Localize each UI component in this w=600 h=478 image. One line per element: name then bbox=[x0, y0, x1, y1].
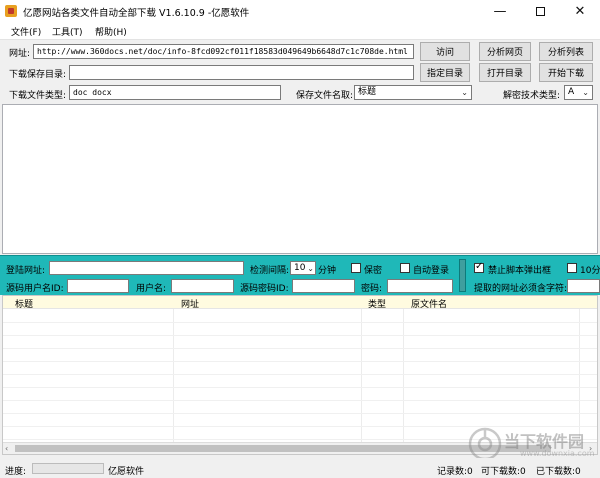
ten-min-checkbox[interactable] bbox=[567, 263, 577, 273]
save-dir-input[interactable] bbox=[69, 65, 414, 80]
log-area[interactable] bbox=[2, 104, 598, 254]
src-user-label: 源码用户名ID: bbox=[6, 284, 64, 294]
col-filename[interactable]: 原文件名 bbox=[411, 297, 447, 310]
downloadable-count: 可下载数:0 bbox=[481, 467, 526, 477]
close-icon: ✕ bbox=[574, 4, 586, 19]
analyze-page-button[interactable]: 分析网页 bbox=[479, 42, 531, 61]
table-header: 标题 网址 类型 原文件名 bbox=[3, 296, 597, 310]
login-url-label: 登陆网址: bbox=[6, 266, 46, 276]
minimize-icon: — bbox=[493, 4, 507, 19]
chevron-down-icon: ⌄ bbox=[307, 264, 314, 273]
table-row-line bbox=[3, 387, 597, 388]
password-input[interactable] bbox=[387, 279, 453, 293]
column-divider bbox=[403, 309, 404, 442]
password-label: 密码: bbox=[361, 284, 383, 294]
close-button[interactable]: ✕ bbox=[560, 0, 600, 23]
keep-secret-checkbox[interactable] bbox=[351, 263, 361, 273]
progress-label: 进度: bbox=[5, 467, 27, 477]
progress-bar bbox=[32, 463, 104, 474]
column-divider bbox=[579, 309, 580, 442]
table-row-line bbox=[3, 413, 597, 414]
interval-value: 10 bbox=[294, 263, 306, 273]
src-user-input[interactable] bbox=[67, 279, 129, 293]
watermark-url: www.downxia.com bbox=[520, 449, 595, 458]
decrypt-select[interactable]: A ⌄ bbox=[564, 85, 593, 100]
col-url[interactable]: 网址 bbox=[181, 297, 199, 310]
save-name-value: 标题 bbox=[358, 87, 377, 97]
interval-select[interactable]: 10 ⌄ bbox=[290, 261, 316, 275]
visit-button[interactable]: 访问 bbox=[420, 42, 470, 61]
auto-login-checkbox[interactable] bbox=[400, 263, 410, 273]
file-type-input[interactable]: doc docx bbox=[69, 85, 281, 100]
open-dir-button[interactable]: 打开目录 bbox=[479, 63, 531, 82]
block-popup-checkbox[interactable] bbox=[474, 261, 484, 273]
keep-secret-label: 保密 bbox=[364, 266, 383, 276]
menu-file[interactable]: 文件(F) bbox=[11, 25, 41, 38]
interval-unit: 分钟 bbox=[318, 266, 337, 276]
downloaded-count: 已下载数:0 bbox=[536, 467, 581, 477]
panel-divider bbox=[459, 259, 466, 292]
window-title: 亿愿网站各类文件自动全部下载 V1.6.10.9 -亿愿软件 bbox=[23, 8, 250, 19]
url-label: 网址: bbox=[9, 49, 31, 59]
col-title[interactable]: 标题 bbox=[15, 297, 33, 310]
menu-help[interactable]: 帮助(H) bbox=[95, 25, 127, 38]
url-must-contain-label: 提取的网址必须含字符: bbox=[474, 284, 568, 294]
title-bar: 亿愿网站各类文件自动全部下载 V1.6.10.9 -亿愿软件 — ✕ bbox=[0, 0, 600, 23]
maximize-icon bbox=[535, 7, 545, 16]
file-type-label: 下载文件类型: bbox=[9, 91, 67, 101]
chevron-down-icon: ⌄ bbox=[461, 88, 468, 97]
col-type[interactable]: 类型 bbox=[368, 297, 386, 310]
auto-login-label: 自动登录 bbox=[413, 266, 450, 276]
watermark-logo-icon bbox=[468, 427, 502, 461]
save-name-label: 保存文件名取: bbox=[296, 91, 354, 101]
block-popup-label: 禁止脚本弹出框 bbox=[488, 266, 552, 276]
url-input[interactable]: http://www.360docs.net/doc/info-8fcd092c… bbox=[33, 44, 414, 59]
column-divider bbox=[361, 309, 362, 442]
table-row-line bbox=[3, 322, 597, 323]
src-pass-label: 源码密码ID: bbox=[240, 284, 289, 294]
maximize-button[interactable] bbox=[520, 0, 560, 23]
src-pass-input[interactable] bbox=[292, 279, 355, 293]
save-dir-label: 下载保存目录: bbox=[9, 70, 67, 80]
decrypt-value: A bbox=[568, 87, 575, 97]
table-row-line bbox=[3, 348, 597, 349]
set-dir-button[interactable]: 指定目录 bbox=[420, 63, 470, 82]
table-row-line bbox=[3, 361, 597, 362]
analyze-list-button[interactable]: 分析列表 bbox=[539, 42, 593, 61]
scroll-left-icon[interactable]: ‹ bbox=[5, 444, 8, 453]
menu-bar: 文件(F) 工具(T) 帮助(H) bbox=[0, 23, 600, 40]
column-divider bbox=[173, 309, 174, 442]
username-input[interactable] bbox=[171, 279, 234, 293]
ten-min-label: 10分钟 bbox=[580, 266, 600, 276]
status-brand: 亿愿软件 bbox=[108, 467, 145, 477]
record-count: 记录数:0 bbox=[437, 467, 473, 477]
save-name-select[interactable]: 标题 ⌄ bbox=[354, 85, 472, 100]
login-url-input[interactable] bbox=[49, 261, 244, 275]
chevron-down-icon: ⌄ bbox=[582, 88, 589, 97]
table-row-line bbox=[3, 400, 597, 401]
app-icon bbox=[5, 5, 17, 17]
table-row-line bbox=[3, 374, 597, 375]
table-row-line bbox=[3, 335, 597, 336]
minimize-button[interactable]: — bbox=[480, 0, 520, 23]
interval-label: 检测间隔: bbox=[250, 266, 290, 276]
url-must-contain-input[interactable] bbox=[567, 279, 600, 293]
menu-tools[interactable]: 工具(T) bbox=[52, 25, 83, 38]
username-label: 用户名: bbox=[136, 284, 167, 294]
decrypt-label: 解密技术类型: bbox=[503, 91, 561, 101]
status-bar: 进度: 亿愿软件 记录数:0 可下载数:0 已下载数:0 bbox=[0, 458, 600, 478]
login-panel: 登陆网址: 检测间隔: 10 ⌄ 分钟 保密 自动登录 禁止脚本弹出框 10分钟… bbox=[0, 255, 600, 295]
start-download-button[interactable]: 开始下载 bbox=[539, 63, 593, 82]
